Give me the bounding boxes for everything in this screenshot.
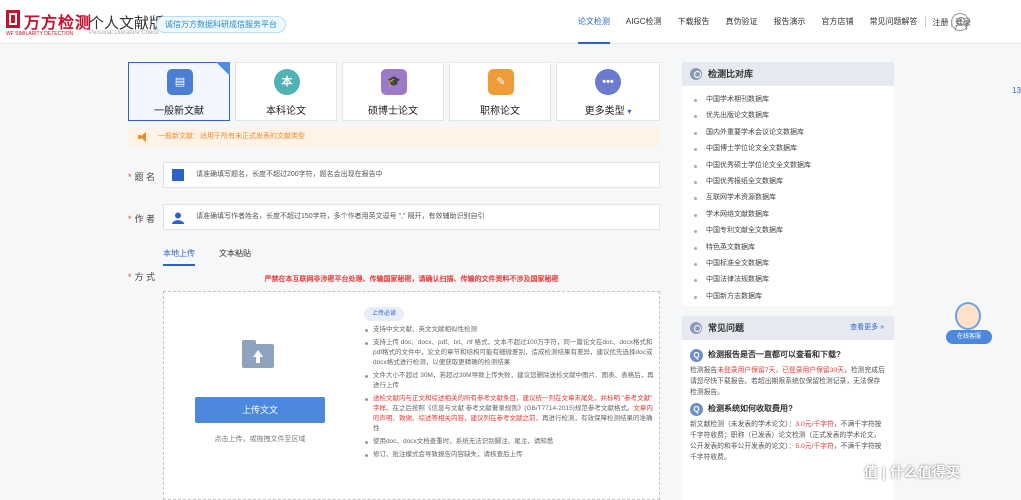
security-warning: 严禁在本互联网非涉密平台处理、传输国家秘密，请确认扫描、传输的文件资料不涉及国家… — [264, 276, 559, 283]
title-placeholder: 请准确填写题名，长度不超过200字符，题名会出现在报告中 — [196, 171, 383, 178]
rule-item: 支持中文文献、英文文献相似性检测 — [361, 325, 656, 335]
type-label: 职称论文 — [480, 106, 520, 117]
author-input[interactable]: 请准确填写作者姓名，长度不超过150字符，多个作者用英文逗号 "," 隔开，有效… — [163, 204, 660, 230]
nav-official-store[interactable]: 官方店铺 — [821, 0, 853, 44]
type-label: 一般新文献 — [154, 106, 204, 117]
online-service-button[interactable]: 在线客服 — [946, 330, 992, 344]
rule-item: 使用doc、docx文档查重时，系统无法识别脚注、尾注，请知悉 — [361, 437, 656, 447]
database-icon — [690, 68, 702, 80]
list-item: 中国优秀报纸全文数据库 — [682, 174, 894, 190]
user-avatar-icon[interactable] — [951, 13, 969, 31]
question-icon: Q — [690, 403, 703, 416]
faq-panel-title: 常见问题 — [708, 323, 745, 333]
notice-text: 一般新文献：适用于所有未正式发表的文献类型 — [158, 133, 305, 140]
list-item: 中国博士学位论文全文数据库 — [682, 141, 894, 157]
list-item: 中国优秀硕士学位论文全文数据库 — [682, 158, 894, 174]
tab-text-paste[interactable]: 文本粘贴 — [219, 248, 251, 266]
badge-icon: 本 — [274, 69, 300, 95]
method-label: * 方 式 — [128, 272, 156, 282]
type-notice: 一般新文献：适用于所有未正式发表的文献类型 — [128, 127, 660, 147]
brand-name: 万方检测 — [24, 15, 93, 32]
nav-aigc-check[interactable]: AIGC检测 — [626, 0, 662, 44]
tab-local-upload[interactable]: 本地上传 — [163, 248, 195, 266]
main-nav: 论文检测 AIGC检测 下载报告 真伪验证 报告演示 官方店铺 常见问题解答 注… — [562, 0, 971, 44]
type-master-doctor-thesis[interactable]: 🎓 硕博士论文 — [342, 62, 444, 121]
list-item: 优先出版论文数据库 — [682, 108, 894, 124]
watermark: 值 | 什么值得买 — [864, 464, 960, 480]
faq-answer: 新文献检测（未发表的学术论文）：3.0元/千字符，不满千字符按千字符收费；职称（… — [690, 421, 882, 461]
title-label: * 题 名 — [128, 172, 156, 182]
person-icon — [172, 211, 184, 224]
type-label: 更多类型 ▾ — [584, 106, 632, 117]
faq-list: Q 检测报告是否一直都可以查看和下载? 检测报告未登录用户保留7天，已登录用户保留… — [682, 340, 894, 500]
upload-button[interactable]: 上传文文 — [195, 397, 325, 423]
list-item: 国内外重要学术会议论文数据库 — [682, 125, 894, 141]
upload-hint: 点击上传，或拖拽文件至区域 — [214, 436, 306, 443]
edge-text: 13 — [1012, 86, 1021, 95]
document-icon: ▤ — [167, 69, 193, 95]
chevron-down-icon: ▾ — [627, 107, 632, 116]
document-type-selector: ▤ 一般新文献 本 本科论文 🎓 硕博士论文 ✎ 职称论文 ••• 更多类型 ▾ — [128, 62, 660, 122]
faq-answer: 检测报告未登录用户保留7天，已登录用户保留30天，检测完成后请您尽快下载报告。若… — [690, 367, 885, 396]
type-more[interactable]: ••• 更多类型 ▾ — [556, 62, 660, 121]
lightbulb-icon — [690, 322, 702, 334]
product-subtitle: Personal Literature Check — [89, 30, 159, 36]
upload-rules: 上传必读 支持中文文献、英文文献相似性检测 支持上传 doc、docx、pdf、… — [361, 302, 656, 460]
author-placeholder: 请准确填写作者姓名，长度不超过150字符，多个作者用英文逗号 "," 隔开，有效… — [196, 213, 485, 220]
list-item: 中国新方志数据库 — [682, 289, 894, 305]
list-item: 互联网学术资源数据库 — [682, 190, 894, 206]
database-panel-header: 检测比对库 — [682, 62, 894, 86]
database-list: 中国学术期刊数据库 优先出版论文数据库 国内外重要学术会议论文数据库 中国博士学… — [682, 86, 894, 306]
nav-faq[interactable]: 常见问题解答 — [869, 0, 917, 44]
wanfang-logo[interactable]: 万方检测 WF SIMILARITY DETECTION — [6, 10, 91, 37]
title-field-icon — [172, 169, 184, 181]
rule-item: 文件大小不超过 30M，若超过30M导致上传失败，建议您删除送检文献中图片、图表… — [361, 371, 656, 391]
faq-panel-header: 常见问题 查看更多 » — [682, 316, 894, 340]
nav-verify[interactable]: 真伪验证 — [725, 0, 757, 44]
nav-paper-check[interactable]: 论文检测 — [577, 0, 610, 44]
nav-download-report[interactable]: 下载报告 — [677, 0, 709, 44]
brand-subtitle: WF SIMILARITY DETECTION — [6, 31, 74, 37]
sidebar: 检测比对库 中国学术期刊数据库 优先出版论文数据库 国内外重要学术会议论文数据库… — [682, 62, 894, 500]
online-service-widget[interactable]: 在线客服 — [946, 302, 992, 348]
service-avatar-icon — [955, 302, 981, 330]
header: 万方检测 WF SIMILARITY DETECTION 个人文献版 Perso… — [0, 0, 1021, 44]
title-input[interactable]: 请准确填写题名，长度不超过200字符，题名会出现在报告中 — [163, 162, 660, 188]
list-item: 中国学术期刊数据库 — [682, 92, 894, 108]
logo-mark-icon — [6, 10, 20, 28]
faq-more-link[interactable]: 查看更多 » — [850, 316, 884, 340]
rules-badge: 上传必读 — [364, 307, 405, 321]
more-icon: ••• — [595, 69, 621, 95]
type-label: 硕博士论文 — [368, 106, 418, 117]
list-item: 中国标准全文数据库 — [682, 256, 894, 272]
rule-item: 修订、批注模式会导致报告内容缺失，请核查后上传 — [361, 450, 656, 460]
slogan-badge: 诚信万方数据科研成信服务平台 — [156, 16, 286, 33]
faq-question[interactable]: Q 检测系统如何收取费用? — [690, 402, 886, 416]
list-item: 中国法律法规数据库 — [682, 272, 894, 288]
author-label: * 作 者 — [128, 214, 156, 224]
type-label: 本科论文 — [266, 106, 306, 117]
rule-item: 送检文献内与正文和综述相关的所有参考文献条目，建议统一列在文章末尾处，并标明 "… — [361, 394, 656, 434]
rule-item: 支持上传 doc、docx、pdf、txt、rtf 格式，文本不超过100万字符… — [361, 338, 656, 368]
list-item: 特色英文数据库 — [682, 240, 894, 256]
nav-divider — [925, 16, 927, 28]
type-general-new-literature[interactable]: ▤ 一般新文献 — [128, 62, 230, 121]
nav-report-demo[interactable]: 报告演示 — [773, 0, 805, 44]
folder-upload-icon — [242, 340, 274, 368]
faq-question[interactable]: Q 检测报告是否一直都可以查看和下载? — [690, 348, 886, 362]
speaker-icon — [138, 132, 148, 142]
certificate-icon: ✎ — [488, 69, 514, 95]
upload-dropzone[interactable]: 上传文文 点击上传，或拖拽文件至区域 上传必读 支持中文文献、英文文献相似性检测… — [163, 291, 660, 500]
graduation-cap-icon: 🎓 — [381, 69, 407, 95]
question-icon: Q — [690, 349, 703, 362]
type-undergraduate-thesis[interactable]: 本 本科论文 — [235, 62, 337, 121]
type-professional-title-paper[interactable]: ✎ 职称论文 — [449, 62, 551, 121]
list-item: 中国专利文献全文数据库 — [682, 223, 894, 239]
database-panel-title: 检测比对库 — [708, 69, 754, 79]
list-item: 学术网络文献数据库 — [682, 207, 894, 223]
